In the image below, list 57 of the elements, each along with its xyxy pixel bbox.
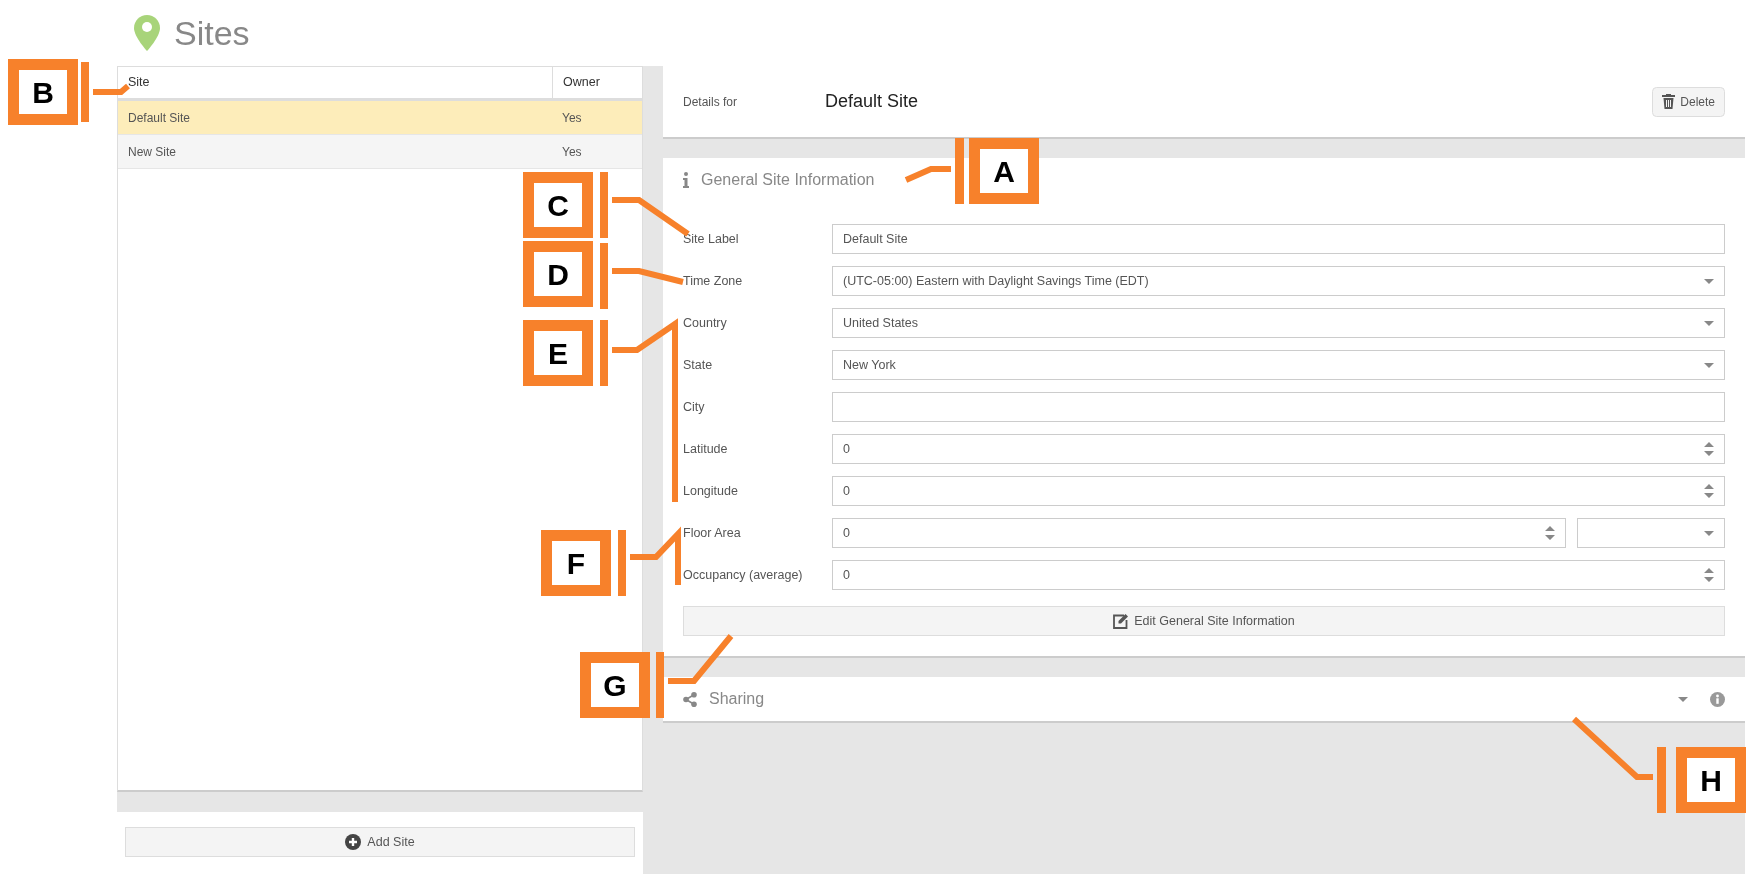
caret-down-icon: [1704, 320, 1714, 326]
field-label: Latitude: [683, 440, 729, 458]
spinner-arrows-icon[interactable]: [1704, 484, 1714, 498]
leader-line: [81, 62, 130, 122]
leader-line: [618, 526, 681, 596]
dropdown[interactable]: (UTC-05:00) Eastern with Daylight Savings Time (EDT): [832, 266, 1725, 296]
callout-label: C: [523, 172, 593, 238]
section-title: Sharing: [709, 689, 765, 709]
leader-line: [904, 138, 964, 204]
callout-label: D: [523, 241, 593, 307]
trash-icon: [1662, 94, 1676, 109]
input-field[interactable]: 0: [832, 434, 1725, 464]
map-pin-icon: [134, 15, 160, 51]
callout-label: A: [969, 138, 1039, 204]
field-label: Country: [683, 314, 728, 332]
field-label: Time Zone: [683, 272, 744, 290]
delete-button[interactable]: Delete: [1652, 86, 1725, 117]
add-site-button[interactable]: Add Site: [125, 827, 635, 857]
input-field[interactable]: 0: [832, 518, 1566, 548]
field-label: Site Label: [683, 230, 740, 248]
site-name: Default Site: [825, 90, 920, 113]
info-circle-icon[interactable]: [1710, 691, 1725, 707]
column-header[interactable]: Owner: [552, 67, 642, 98]
details-label: Details for: [683, 93, 739, 111]
column-header[interactable]: Site: [118, 73, 552, 92]
table-row[interactable]: Default Site Yes: [118, 101, 642, 135]
input-field[interactable]: 0: [832, 560, 1725, 590]
caret-down-icon[interactable]: [1678, 696, 1688, 702]
field-label: Occupancy (average): [683, 566, 804, 584]
field-label: Floor Area: [683, 524, 742, 542]
field-label: City: [683, 398, 706, 416]
table-row[interactable]: New Site Yes: [118, 135, 642, 169]
caret-down-icon: [1704, 362, 1714, 368]
callout-label: B: [8, 59, 78, 125]
spinner-arrows-icon[interactable]: [1704, 568, 1714, 582]
caret-down-icon: [1704, 278, 1714, 284]
callout-label: H: [1676, 747, 1746, 813]
spinner-arrows-icon[interactable]: [1704, 442, 1714, 456]
callout-label: E: [523, 320, 593, 386]
plus-circle-icon: [345, 834, 362, 850]
share-icon: [683, 691, 697, 707]
callout-label: G: [580, 652, 650, 718]
field-label: State: [683, 356, 714, 374]
dropdown[interactable]: New York: [832, 350, 1725, 380]
page-title: Sites: [174, 12, 250, 54]
info-icon: [683, 172, 689, 188]
spinner-arrows-icon[interactable]: [1545, 526, 1555, 540]
pencil-square-icon: [1113, 613, 1129, 629]
callout-label: F: [541, 530, 611, 596]
input-field[interactable]: [832, 392, 1725, 422]
field-label: Longitude: [683, 482, 739, 500]
input-field[interactable]: Default Site: [832, 224, 1725, 254]
dropdown[interactable]: United States: [832, 308, 1725, 338]
input-field[interactable]: 0: [832, 476, 1725, 506]
edit-button[interactable]: Edit General Site Information: [683, 606, 1725, 636]
section-title: General Site Information: [701, 170, 875, 190]
caret-down-icon: [1704, 530, 1714, 536]
